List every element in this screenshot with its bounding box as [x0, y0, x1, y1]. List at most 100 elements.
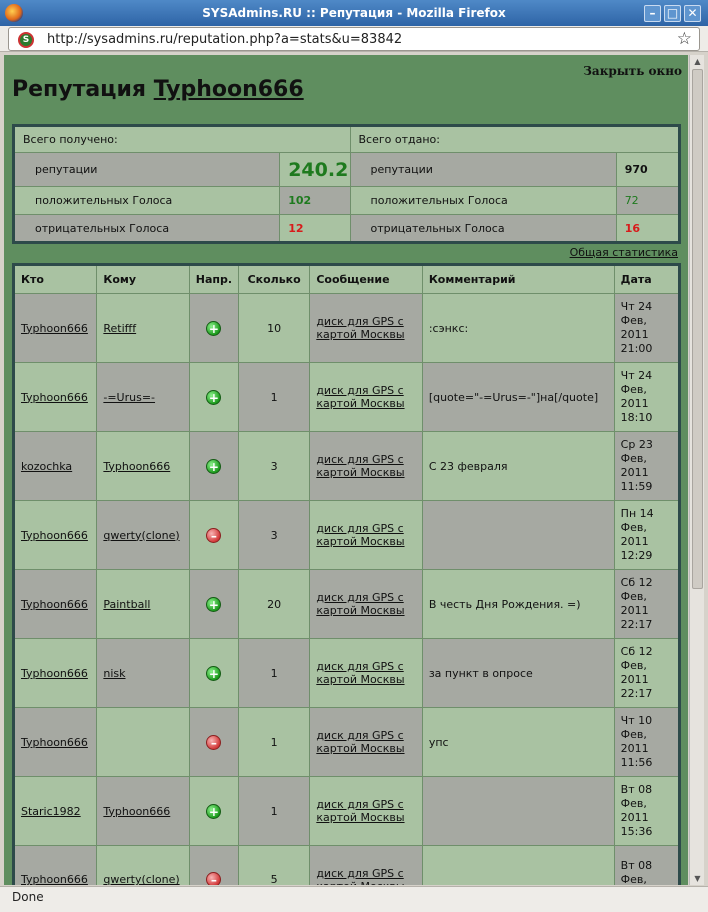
- site-favicon-icon: S: [18, 32, 34, 48]
- date-line: 21:00: [620, 342, 653, 355]
- given-header: Всего отдано:: [349, 125, 680, 153]
- date-line: 2011: [620, 742, 649, 755]
- who-user-link[interactable]: Typhoon666: [21, 598, 88, 611]
- cell-to: Paintball: [96, 569, 190, 639]
- page-title: Репутация Typhoon666: [12, 77, 304, 102]
- date-line: Вт 08: [620, 783, 653, 796]
- date-line: 11:59: [620, 480, 653, 493]
- message-link[interactable]: диск для GPS с картой Москвы: [316, 315, 404, 341]
- to-user-link[interactable]: Typhoon666: [103, 805, 170, 818]
- status-bar: Done: [0, 886, 708, 912]
- message-link[interactable]: диск для GPS с картой Москвы: [316, 453, 404, 479]
- cell-comment: В честь Дня Рождения. =): [421, 569, 615, 639]
- to-user-link[interactable]: -=Urus=-: [103, 391, 155, 404]
- scroll-up-icon[interactable]: ▲: [692, 56, 703, 67]
- plus-vote-icon: +: [206, 665, 222, 681]
- who-user-link[interactable]: Typhoon666: [21, 667, 88, 680]
- user-profile-link[interactable]: Typhoon666: [154, 77, 304, 102]
- cell-amount: 10: [237, 293, 311, 363]
- date-line: 12:29: [620, 549, 653, 562]
- received-neg-value: 12: [288, 221, 304, 235]
- to-user-link[interactable]: Paintball: [103, 598, 150, 611]
- to-user-link[interactable]: Retifff: [103, 322, 136, 335]
- date-line: Фев,: [620, 590, 647, 603]
- close-window-button[interactable]: ✕: [684, 5, 701, 22]
- maximize-button[interactable]: □: [664, 5, 681, 22]
- cell-amount: 1: [237, 638, 311, 708]
- scroll-down-icon[interactable]: ▼: [692, 873, 703, 884]
- date-line: Фев,: [620, 797, 647, 810]
- date-line: 11:56: [620, 756, 653, 769]
- who-user-link[interactable]: Typhoon666: [21, 873, 88, 885]
- cell-comment: С 23 февраля: [421, 431, 615, 501]
- cell-to: -=Urus=-: [96, 362, 190, 432]
- cell-amount: 5: [237, 845, 311, 885]
- cell-to: Typhoon666: [96, 431, 190, 501]
- who-user-link[interactable]: Typhoon666: [21, 529, 88, 542]
- cell-message: диск для GPS с картой Москвы: [309, 569, 423, 639]
- minimize-button[interactable]: –: [644, 5, 661, 22]
- date-line: 2011: [620, 673, 649, 686]
- date-line: 2011: [620, 811, 649, 824]
- cell-message: диск для GPS с картой Москвы: [309, 638, 423, 708]
- close-window-link[interactable]: Закрыть окно: [583, 64, 682, 78]
- who-user-link[interactable]: Typhoon666: [21, 322, 88, 335]
- firefox-icon: [5, 4, 23, 22]
- message-link[interactable]: диск для GPS с картой Москвы: [316, 522, 404, 548]
- minus-vote-icon: –: [206, 872, 222, 885]
- cell-date: Пн 14 Фев, 2011 12:29: [613, 500, 681, 570]
- who-user-link[interactable]: Staric1982: [21, 805, 81, 818]
- cell-comment: упс: [421, 707, 615, 777]
- cell-message: диск для GPS с картой Москвы: [309, 707, 423, 777]
- message-link[interactable]: диск для GPS с картой Москвы: [316, 384, 404, 410]
- plus-vote-icon: +: [206, 389, 222, 405]
- cell-message: диск для GPS с картой Москвы: [309, 845, 423, 886]
- date-line: Чт 24: [620, 369, 653, 382]
- to-user-link[interactable]: qwerty(clone): [103, 529, 179, 542]
- table-row: kozochka Typhoon666 +3 диск для GPS с карто…: [12, 431, 681, 501]
- date-line: 2011: [620, 466, 649, 479]
- cell-to: nisk: [96, 638, 190, 708]
- who-user-link[interactable]: Typhoon666: [21, 736, 88, 749]
- message-link[interactable]: диск для GPS с картой Москвы: [316, 660, 404, 686]
- given-pos-label: положительных Голоса: [349, 186, 617, 215]
- url-field[interactable]: S http://sysadmins.ru/reputation.php?a=s…: [8, 27, 700, 51]
- date-line: Фев,: [620, 383, 647, 396]
- cell-to: Retifff: [96, 293, 190, 363]
- message-link[interactable]: диск для GPS с картой Москвы: [316, 867, 404, 886]
- given-rep-label: репутации: [349, 152, 617, 187]
- cell-date: Вт 08 Фев, 2011 15:36: [613, 776, 681, 846]
- cell-comment: [421, 500, 615, 570]
- cell-direction: +: [188, 638, 240, 708]
- url-text[interactable]: http://sysadmins.ru/reputation.php?a=sta…: [47, 32, 402, 47]
- date-line: Чт 24: [620, 300, 653, 313]
- cell-amount: 3: [237, 500, 311, 570]
- who-user-link[interactable]: Typhoon666: [21, 391, 88, 404]
- message-link[interactable]: диск для GPS с картой Москвы: [316, 729, 404, 755]
- col-direction: Напр.: [188, 264, 240, 294]
- date-line: Фев,: [620, 872, 647, 886]
- scrollbar-thumb[interactable]: [692, 69, 703, 589]
- message-link[interactable]: диск для GPS с картой Москвы: [316, 798, 404, 824]
- table-row: Typhoon666 nisk +1 диск для GPS с картой Мо…: [12, 638, 681, 708]
- window-titlebar: SYSAdmins.RU :: Репутация - Mozilla Fire…: [0, 0, 708, 26]
- message-link[interactable]: диск для GPS с картой Москвы: [316, 591, 404, 617]
- who-user-link[interactable]: kozochka: [21, 460, 72, 473]
- to-user-link[interactable]: qwerty(clone): [103, 873, 179, 885]
- reputation-summary-table: Всего получено: Всего отдано: репутации …: [12, 124, 681, 244]
- date-line: Сб 12: [620, 576, 653, 589]
- bookmark-star-icon[interactable]: ☆: [677, 29, 692, 49]
- cell-who: Typhoon666: [12, 707, 98, 777]
- to-user-link[interactable]: Typhoon666: [103, 460, 170, 473]
- to-user-link[interactable]: nisk: [103, 667, 125, 680]
- date-line: 2011: [620, 328, 649, 341]
- vertical-scrollbar[interactable]: ▲ ▼: [689, 55, 704, 885]
- given-rep-value: 970: [624, 163, 648, 176]
- navigation-bar: S http://sysadmins.ru/reputation.php?a=s…: [0, 26, 708, 52]
- general-stats-link[interactable]: Общая статистика: [570, 246, 678, 259]
- cell-to: Typhoon666: [96, 776, 190, 846]
- received-pos-value: 102: [288, 194, 312, 207]
- minus-vote-icon: –: [206, 734, 222, 750]
- cell-comment: [quote="-=Urus=-"]на[/quote]: [421, 362, 615, 432]
- cell-who: Typhoon666: [12, 293, 98, 363]
